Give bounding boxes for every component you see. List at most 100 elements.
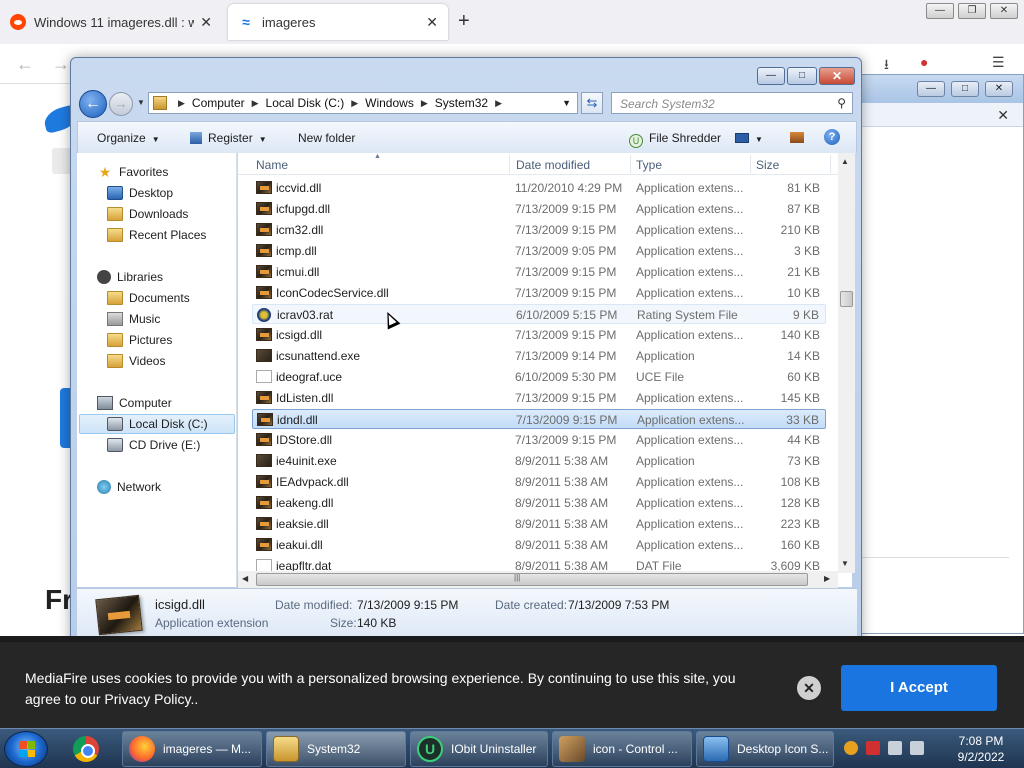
file-row[interactable]: idndl.dll 7/13/2009 9:15 PM Application ex… <box>252 409 826 429</box>
nav-videos[interactable]: Videos <box>107 351 165 371</box>
nav-libraries[interactable]: Libraries <box>97 267 163 287</box>
taskbar-system32[interactable]: System32 <box>266 731 406 767</box>
column-name[interactable]: Name <box>256 158 288 172</box>
refresh-button[interactable]: ⇆ <box>581 92 603 114</box>
register-button[interactable]: Register ▼ <box>190 131 267 145</box>
scroll-down-icon[interactable]: ▼ <box>841 559 849 568</box>
column-divider[interactable] <box>630 155 631 173</box>
nav-pictures[interactable]: Pictures <box>107 330 172 350</box>
file-row[interactable]: icfupgd.dll 7/13/2009 9:15 PM Application … <box>252 199 826 219</box>
browser-close-button[interactable]: ✕ <box>990 3 1018 19</box>
back-button[interactable]: ← <box>79 90 107 118</box>
taskbar-control-panel[interactable]: icon - Control ... <box>552 731 692 767</box>
address-bar[interactable]: ▶ Computer ▶ Local Disk (C:) ▶ Windows ▶… <box>148 92 578 114</box>
file-row[interactable]: ieaksie.dll 8/9/2011 5:38 AM Application e… <box>252 514 826 534</box>
file-row[interactable]: IconCodecService.dll 7/13/2009 9:15 PM App… <box>252 283 826 303</box>
nav-computer[interactable]: Computer <box>97 393 172 413</box>
file-row[interactable]: icmp.dll 7/13/2009 9:05 PM Application ext… <box>252 241 826 261</box>
clock[interactable]: 7:08 PM 9/2/2022 <box>948 733 1014 765</box>
start-button[interactable] <box>4 731 48 767</box>
search-icon[interactable]: ⚲ <box>837 96 846 110</box>
file-row[interactable]: ieakeng.dll 8/9/2011 5:38 AM Application e… <box>252 493 826 513</box>
nav-music[interactable]: Music <box>107 309 160 329</box>
breadcrumb-local-disk[interactable]: Local Disk (C:) <box>266 96 345 110</box>
breadcrumb-computer[interactable]: Computer <box>192 96 245 110</box>
scroll-up-icon[interactable]: ▲ <box>841 157 849 166</box>
scroll-thumb[interactable] <box>256 573 808 586</box>
menu-icon[interactable]: ☰ <box>992 54 1005 71</box>
cookie-close-button[interactable]: ✕ <box>797 676 821 700</box>
vertical-scrollbar[interactable]: ▲ ▼ <box>838 153 855 573</box>
action-center-icon[interactable] <box>866 741 880 755</box>
file-row[interactable]: icsigd.dll 7/13/2009 9:15 PM Application e… <box>252 325 826 345</box>
maximize-button[interactable]: □ <box>787 67 817 85</box>
column-divider[interactable] <box>750 155 751 173</box>
change-view-button[interactable]: ▼ <box>735 131 763 145</box>
horizontal-scrollbar[interactable]: ◀ ||| ▶ <box>238 571 838 588</box>
nav-desktop[interactable]: Desktop <box>107 183 173 203</box>
column-type[interactable]: Type <box>636 158 662 172</box>
breadcrumb-system32[interactable]: System32 <box>435 96 488 110</box>
breadcrumb-windows[interactable]: Windows <box>365 96 414 110</box>
recent-pages-dropdown-icon[interactable]: ▼ <box>137 98 145 107</box>
browser-minimize-button[interactable]: — <box>926 3 954 19</box>
nav-cd-drive[interactable]: CD Drive (E:) <box>107 435 200 455</box>
column-divider[interactable] <box>830 155 831 173</box>
chevron-right-icon[interactable]: ▶ <box>178 98 185 109</box>
browser-back-icon[interactable]: ← <box>16 54 34 75</box>
new-tab-button[interactable]: + <box>458 10 470 33</box>
file-row[interactable]: ideograf.uce 6/10/2009 5:30 PM UCE File 60 … <box>252 367 826 387</box>
file-row[interactable]: ieakui.dll 8/9/2011 5:38 AM Application ex… <box>252 535 826 555</box>
file-row[interactable]: icm32.dll 7/13/2009 9:15 PM Application ex… <box>252 220 826 240</box>
file-row[interactable]: ie4uinit.exe 8/9/2011 5:38 AM Application 7… <box>252 451 826 471</box>
nav-network[interactable]: Network <box>97 477 161 497</box>
nav-recent-places[interactable]: Recent Places <box>107 225 206 245</box>
volume-icon[interactable] <box>910 741 924 755</box>
close-button[interactable]: ✕ <box>819 67 855 85</box>
bg-minimize-button[interactable]: — <box>917 81 945 97</box>
browser-tab-reddit[interactable]: Windows 11 imageres.dll : wind ✕ <box>0 4 222 40</box>
bg-close-button[interactable]: ✕ <box>985 81 1013 97</box>
column-date-modified[interactable]: Date modified <box>516 158 590 172</box>
file-row[interactable]: icrav03.rat 6/10/2009 5:15 PM Rating Syste… <box>252 304 826 324</box>
chevron-right-icon[interactable]: ▶ <box>252 98 259 109</box>
column-size[interactable]: Size <box>756 158 779 172</box>
file-row[interactable]: icmui.dll 7/13/2009 9:15 PM Application ex… <box>252 262 826 282</box>
network-tray-icon[interactable] <box>888 741 902 755</box>
taskbar-chrome[interactable] <box>66 731 110 767</box>
nav-favorites[interactable]: ★ Favorites <box>97 162 169 182</box>
nav-downloads[interactable]: Downloads <box>107 204 188 224</box>
tab-close-icon[interactable]: ✕ <box>426 14 438 31</box>
bg-maximize-button[interactable]: □ <box>951 81 979 97</box>
tab-close-icon[interactable]: ✕ <box>200 14 212 31</box>
chevron-right-icon[interactable]: ▶ <box>351 98 358 109</box>
search-tray-icon[interactable] <box>844 741 858 755</box>
browser-maximize-button[interactable]: ❐ <box>958 3 986 19</box>
taskbar-desktop-icon-settings[interactable]: Desktop Icon S... <box>696 731 834 767</box>
nav-documents[interactable]: Documents <box>107 288 190 308</box>
scroll-thumb[interactable] <box>840 291 853 307</box>
taskbar-firefox[interactable]: imageres — M... <box>122 731 262 767</box>
close-icon[interactable]: ✕ <box>997 107 1009 124</box>
file-row[interactable]: IDStore.dll 7/13/2009 9:15 PM Application … <box>252 430 826 450</box>
account-icon[interactable]: ● <box>920 54 928 70</box>
address-dropdown-icon[interactable]: ▼ <box>562 98 571 108</box>
preview-pane-button[interactable] <box>790 131 804 145</box>
file-row[interactable]: IEAdvpack.dll 8/9/2011 5:38 AM Application… <box>252 472 826 492</box>
file-row[interactable]: iccvid.dll 11/20/2010 4:29 PM Application … <box>252 178 826 198</box>
browser-forward-icon[interactable]: → <box>52 54 70 75</box>
forward-button[interactable]: → <box>109 92 133 116</box>
nav-local-disk[interactable]: Local Disk (C:) <box>79 414 235 434</box>
column-divider[interactable] <box>509 155 510 173</box>
chevron-right-icon[interactable]: ▶ <box>495 98 502 109</box>
help-button[interactable]: ? <box>824 129 840 145</box>
browser-tab-imageres[interactable]: ≈ imageres ✕ <box>228 4 448 40</box>
accept-cookies-button[interactable]: I Accept <box>841 665 997 711</box>
scroll-right-icon[interactable]: ▶ <box>824 574 830 583</box>
file-row[interactable]: IdListen.dll 7/13/2009 9:15 PM Application… <box>252 388 826 408</box>
file-row[interactable]: icsunattend.exe 7/13/2009 9:14 PM Applicat… <box>252 346 826 366</box>
search-input[interactable]: Search System32 ⚲ <box>611 92 853 114</box>
organize-button[interactable]: Organize ▼ <box>97 131 160 145</box>
minimize-button[interactable]: — <box>757 67 785 85</box>
taskbar-iobit[interactable]: U IObit Uninstaller <box>410 731 548 767</box>
